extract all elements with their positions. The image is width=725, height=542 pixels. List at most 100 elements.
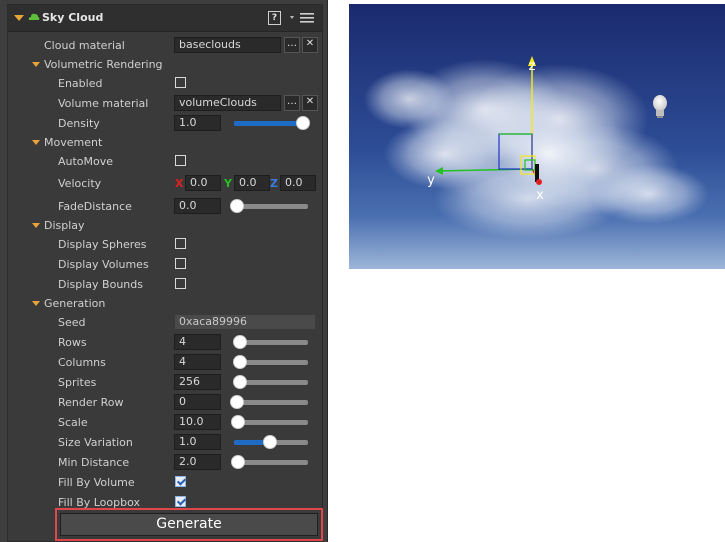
cloud-material-row: Cloud material baseclouds … ✕ xyxy=(8,36,322,56)
min-distance-label: Min Distance xyxy=(58,456,130,469)
display-spheres-checkbox[interactable] xyxy=(175,238,186,249)
volume-material-label: Volume material xyxy=(58,97,149,110)
columns-slider[interactable] xyxy=(233,355,308,369)
columns-field[interactable]: 4 xyxy=(174,354,221,370)
category-display[interactable]: Display xyxy=(8,216,322,236)
sprites-label: Sprites xyxy=(58,376,97,389)
size-variation-label: Size Variation xyxy=(58,436,133,449)
rows-field[interactable]: 4 xyxy=(174,334,221,350)
clear-button[interactable]: ✕ xyxy=(302,95,318,111)
category-label: Movement xyxy=(44,136,103,149)
display-volumes-row: Display Volumes xyxy=(8,255,322,275)
sprites-row: Sprites 256 xyxy=(8,373,322,393)
enabled-label: Enabled xyxy=(58,77,103,90)
velocity-z-field[interactable]: 0.0 xyxy=(280,175,316,191)
viewport-scene[interactable]: z y x xyxy=(349,4,725,269)
velocity-y-field[interactable]: 0.0 xyxy=(234,175,270,191)
seed-label: Seed xyxy=(58,316,86,329)
slider-knob[interactable] xyxy=(296,116,310,130)
scale-label: Scale xyxy=(58,416,88,429)
gizmo-z-label: z xyxy=(529,59,536,74)
scale-field[interactable]: 10.0 xyxy=(174,414,221,430)
slider-knob[interactable] xyxy=(231,415,245,429)
component-header[interactable]: Sky Cloud ? xyxy=(8,5,322,32)
menu-icon[interactable] xyxy=(288,12,318,24)
browse-button[interactable]: … xyxy=(284,95,300,111)
size-variation-row: Size Variation 1.0 xyxy=(8,433,322,453)
fill-by-volume-label: Fill By Volume xyxy=(58,476,135,489)
sprites-field[interactable]: 256 xyxy=(174,374,221,390)
velocity-row: Velocity X 0.0 Y 0.0 Z 0.0 xyxy=(8,174,322,194)
volume-material-field[interactable]: volumeClouds xyxy=(174,95,281,111)
size-variation-slider[interactable] xyxy=(234,435,308,449)
velocity-label: Velocity xyxy=(58,177,102,190)
automove-label: AutoMove xyxy=(58,155,114,168)
slider-knob[interactable] xyxy=(230,199,244,213)
density-label: Density xyxy=(58,117,100,130)
volume-material-row: Volume material volumeClouds … ✕ xyxy=(8,94,322,114)
fill-by-loopbox-checkbox[interactable] xyxy=(175,496,186,507)
seed-field: 0xaca89996 xyxy=(174,314,316,330)
gizmo-x-label: x xyxy=(536,188,544,203)
size-variation-field[interactable]: 1.0 xyxy=(174,434,221,450)
enabled-row: Enabled xyxy=(8,74,322,94)
automove-checkbox[interactable] xyxy=(175,155,186,166)
sprites-slider[interactable] xyxy=(233,375,308,389)
scale-row: Scale 10.0 xyxy=(8,413,322,433)
display-bounds-label: Display Bounds xyxy=(58,278,143,291)
cloud-material-field[interactable]: baseclouds xyxy=(174,37,281,53)
clear-button[interactable]: ✕ xyxy=(302,37,318,53)
expand-arrow-icon[interactable] xyxy=(32,140,40,145)
x-axis-label: X xyxy=(175,177,184,190)
velocity-x-field[interactable]: 0.0 xyxy=(185,175,221,191)
density-slider[interactable] xyxy=(234,116,310,130)
density-row: Density 1.0 xyxy=(8,114,322,134)
collapse-arrow-icon[interactable] xyxy=(14,15,24,21)
automove-row: AutoMove xyxy=(8,152,322,172)
slider-knob[interactable] xyxy=(263,435,277,449)
y-axis-label: Y xyxy=(224,177,232,190)
density-field[interactable]: 1.0 xyxy=(174,115,221,131)
render-row-row: Render Row 0 xyxy=(8,393,322,413)
render-row-slider[interactable] xyxy=(230,395,308,409)
scale-slider[interactable] xyxy=(231,415,308,429)
render-row-field[interactable]: 0 xyxy=(174,394,221,410)
display-bounds-checkbox[interactable] xyxy=(175,278,186,289)
cloud-icon xyxy=(28,13,40,20)
slider-knob[interactable] xyxy=(233,355,247,369)
fade-distance-slider[interactable] xyxy=(230,199,308,213)
expand-arrow-icon[interactable] xyxy=(32,301,40,306)
expand-arrow-icon[interactable] xyxy=(32,223,40,228)
category-generation[interactable]: Generation xyxy=(8,294,322,314)
browse-button[interactable]: … xyxy=(284,37,300,53)
columns-row: Columns 4 xyxy=(8,353,322,373)
scene-viewport[interactable]: z y x xyxy=(349,4,725,269)
category-label: Generation xyxy=(44,297,106,310)
slider-knob[interactable] xyxy=(231,455,245,469)
fade-distance-field[interactable]: 0.0 xyxy=(174,198,221,214)
category-label: Volumetric Rendering xyxy=(44,58,163,71)
rows-slider[interactable] xyxy=(233,335,308,349)
generate-highlight: Generate xyxy=(55,508,323,541)
help-icon[interactable]: ? xyxy=(268,11,281,25)
fade-distance-row: FadeDistance 0.0 xyxy=(8,197,322,217)
fill-by-volume-checkbox[interactable] xyxy=(175,476,186,487)
enabled-checkbox[interactable] xyxy=(175,77,186,88)
min-distance-field[interactable]: 2.0 xyxy=(174,454,221,470)
min-distance-slider[interactable] xyxy=(231,455,308,469)
category-volumetric[interactable]: Volumetric Rendering xyxy=(8,55,322,75)
display-spheres-row: Display Spheres xyxy=(8,235,322,255)
category-movement[interactable]: Movement xyxy=(8,133,322,153)
slider-knob[interactable] xyxy=(230,395,244,409)
fade-distance-label: FadeDistance xyxy=(58,200,132,213)
generate-button[interactable]: Generate xyxy=(60,513,318,536)
display-volumes-checkbox[interactable] xyxy=(175,258,186,269)
category-label: Display xyxy=(44,219,85,232)
component-title: Sky Cloud xyxy=(42,11,104,24)
rows-row: Rows 4 xyxy=(8,333,322,353)
expand-arrow-icon[interactable] xyxy=(32,62,40,67)
display-volumes-label: Display Volumes xyxy=(58,258,149,271)
slider-knob[interactable] xyxy=(233,375,247,389)
slider-knob[interactable] xyxy=(233,335,247,349)
display-spheres-label: Display Spheres xyxy=(58,238,147,251)
